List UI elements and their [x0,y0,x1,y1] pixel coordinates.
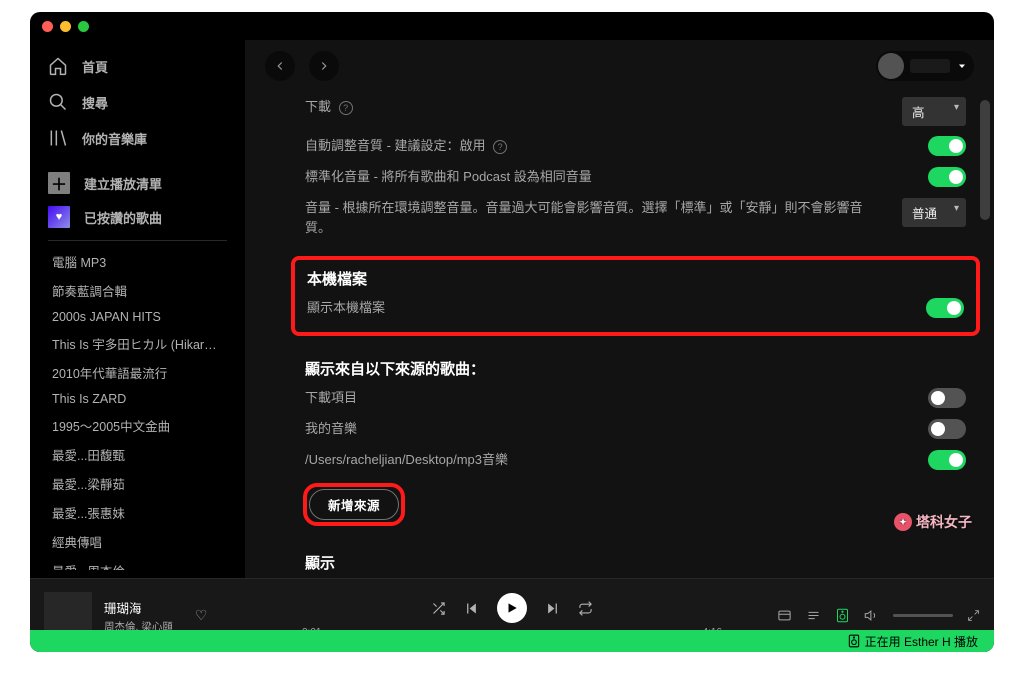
help-icon[interactable]: ? [493,140,507,154]
volume-level-select[interactable]: 普通 [902,198,966,227]
home-icon [48,56,68,76]
add-source-button[interactable]: 新增來源 [309,489,399,520]
connect-bar[interactable]: 正在用 Esther H 播放 [30,630,994,652]
source-downloads-label: 下載項目 [305,390,357,405]
playlist-item[interactable]: 最愛...梁靜茹 [42,469,233,498]
volume-slider[interactable] [893,614,953,617]
lyrics-button[interactable] [777,608,792,623]
profile-name [910,59,950,73]
normalize-label: 標準化音量 - 將所有歌曲和 Podcast 設為相同音量 [305,169,592,184]
setting-announcements: 顯示最新發行公告 [305,577,966,578]
sidebar-library[interactable]: 你的音樂庫 [38,120,237,156]
sidebar-separator [48,240,227,241]
titlebar [30,12,994,40]
fullscreen-button[interactable] [967,609,980,622]
play-button[interactable] [497,593,527,623]
player-right [730,608,980,623]
search-icon [48,92,68,112]
body-area: 首頁 搜尋 你的音樂庫 ＋ 建立播放清單 ♥ 已按讚的歌曲 [30,40,994,578]
minimize-window-button[interactable] [60,21,71,32]
sources-heading: 顯示來自以下來源的歌曲： [305,358,966,379]
app-window: 首頁 搜尋 你的音樂庫 ＋ 建立播放清單 ♥ 已按讚的歌曲 [30,12,994,652]
help-icon[interactable]: ? [339,101,353,115]
sidebar-create-playlist[interactable]: ＋ 建立播放清單 [38,166,237,200]
scrollbar[interactable] [980,100,990,220]
sidebar-search-label: 搜尋 [82,93,108,112]
sidebar-search[interactable]: 搜尋 [38,84,237,120]
show-local-files-label: 顯示本機檔案 [307,300,385,315]
add-source-highlight: 新增來源 [303,483,405,526]
traffic-lights [42,21,89,32]
profile-menu[interactable] [876,51,974,81]
playlist-item[interactable]: 電腦 MP3 [42,247,233,276]
heart-filled-icon: ♥ [48,206,70,228]
library-icon [48,128,68,148]
playlist-item[interactable]: 1995～2005中文金曲 [42,411,233,440]
playlist-item[interactable]: This Is ZARD [42,387,233,411]
setting-show-local-files: 顯示本機檔案 [307,293,964,324]
fullscreen-window-button[interactable] [78,21,89,32]
setting-auto-adjust: 自動調整音質 - 建議設定：啟用 ? [305,131,966,162]
sidebar-home[interactable]: 首頁 [38,48,237,84]
setting-download: 下載 ? 高 [305,92,966,131]
playlist-list[interactable]: 電腦 MP3 節奏藍調合輯 2000s JAPAN HITS This Is 宇… [38,247,237,570]
playlist-item[interactable]: 最愛...周杰倫 [42,556,233,570]
shuffle-button[interactable] [431,601,446,616]
local-files-highlight: 本機檔案 顯示本機檔案 [291,256,980,336]
auto-adjust-label: 自動調整音質 - 建議設定：啟用 [305,138,486,153]
source-path: /Users/racheljian/Desktop/mp3音樂 [305,445,966,476]
playlist-item[interactable]: 最愛...張惠妹 [42,498,233,527]
setting-volume: 音量 - 根據所在環境調整音量。音量過大可能會影響音質。選擇「標準」或「安靜」則… [305,193,966,245]
source-mymusic-toggle[interactable] [928,419,966,439]
playlist-item[interactable]: 最愛...田馥甄 [42,440,233,469]
sidebar: 首頁 搜尋 你的音樂庫 ＋ 建立播放清單 ♥ 已按讚的歌曲 [30,40,245,578]
settings-content[interactable]: 下載 ? 高 自動調整音質 - 建議設定：啟用 ? 標準化音量 - 將所有歌曲和… [245,92,994,578]
chevron-down-icon [956,60,968,72]
source-path-label: /Users/racheljian/Desktop/mp3音樂 [305,452,508,467]
topbar [245,40,994,92]
playlist-item[interactable]: 2000s JAPAN HITS [42,305,233,329]
display-heading: 顯示 [305,552,966,573]
download-label: 下載 [305,99,331,114]
plus-icon: ＋ [48,172,70,194]
source-downloads-toggle[interactable] [928,388,966,408]
liked-songs-label: 已按讚的歌曲 [84,208,162,227]
source-path-toggle[interactable] [928,450,966,470]
connect-device-button[interactable] [835,608,850,623]
sidebar-home-label: 首頁 [82,57,108,76]
track-title[interactable]: 珊瑚海 [104,598,173,617]
sidebar-liked-songs[interactable]: ♥ 已按讚的歌曲 [38,200,237,234]
source-mymusic: 我的音樂 [305,414,966,445]
speaker-icon [847,634,861,648]
download-quality-select[interactable]: 高 [902,97,966,126]
close-window-button[interactable] [42,21,53,32]
next-button[interactable] [545,601,560,616]
main-panel: 下載 ? 高 自動調整音質 - 建議設定：啟用 ? 標準化音量 - 將所有歌曲和… [245,40,994,578]
connect-bar-text: 正在用 Esther H 播放 [865,633,978,650]
forward-button[interactable] [309,51,339,81]
back-button[interactable] [265,51,295,81]
volume-button[interactable] [864,608,879,623]
local-files-heading: 本機檔案 [307,268,964,289]
auto-adjust-toggle[interactable] [928,136,966,156]
setting-normalize: 標準化音量 - 將所有歌曲和 Podcast 設為相同音量 [305,162,966,193]
playlist-item[interactable]: 節奏藍調合輯 [42,276,233,305]
source-downloads: 下載項目 [305,383,966,414]
source-mymusic-label: 我的音樂 [305,421,357,436]
previous-button[interactable] [464,601,479,616]
normalize-toggle[interactable] [928,167,966,187]
volume-label: 音量 - 根據所在環境調整音量。音量過大可能會影響音質。選擇「標準」或「安靜」則… [305,200,863,236]
like-button[interactable]: ♡ [195,607,208,624]
playlist-item[interactable]: 經典傳唱 [42,527,233,556]
create-playlist-label: 建立播放清單 [84,174,162,193]
queue-button[interactable] [806,608,821,623]
repeat-button[interactable] [578,601,593,616]
playlist-item[interactable]: This Is 宇多田ヒカル (Hikaru ... [42,329,233,358]
playlist-item[interactable]: 2010年代華語最流行 [42,358,233,387]
sidebar-library-label: 你的音樂庫 [82,129,147,148]
show-local-files-toggle[interactable] [926,298,964,318]
avatar [878,53,904,79]
